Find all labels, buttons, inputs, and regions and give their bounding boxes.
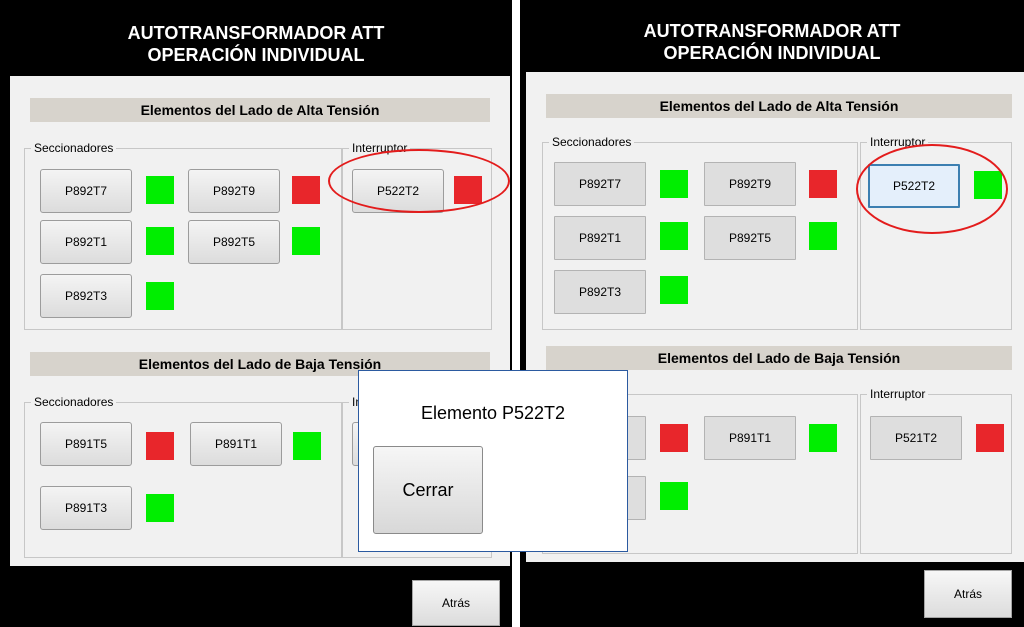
seccionador-button-p892t5[interactable]: P892T5 <box>704 216 796 260</box>
group-label: Seccionadores <box>31 395 117 409</box>
back-button[interactable]: Atrás <box>412 580 500 626</box>
seccionador-button-p892t5[interactable]: P892T5 <box>188 220 280 264</box>
group-label: Seccionadores <box>31 141 117 155</box>
highlight-circle <box>328 149 510 213</box>
seccionador-button-p891t1[interactable]: P891T1 <box>704 416 796 460</box>
seccionador-button-p892t3[interactable]: P892T3 <box>554 270 646 314</box>
seccionador-button-p892t1[interactable]: P892T1 <box>40 220 132 264</box>
title-line-2: OPERACIÓN INDIVIDUAL <box>663 43 881 63</box>
close-button[interactable]: Cerrar <box>373 446 483 534</box>
status-indicator-p892t3 <box>146 282 174 310</box>
status-indicator-p892t1 <box>660 222 688 250</box>
seccionador-button-p892t9[interactable]: P892T9 <box>704 162 796 206</box>
status-indicator-p891t3 <box>146 494 174 522</box>
seccionador-button-p892t3[interactable]: P892T3 <box>40 274 132 318</box>
title-line-1: AUTOTRANSFORMADOR ATT <box>643 21 901 41</box>
status-indicator-p892t1 <box>146 227 174 255</box>
seccionador-button-p891t1[interactable]: P891T1 <box>190 422 282 466</box>
alta-tension-header: Elementos del Lado de Alta Tensión <box>30 98 490 122</box>
status-indicator-p892t9 <box>809 170 837 198</box>
element-dialog: Elemento P522T2 Cerrar <box>358 370 628 552</box>
seccionador-button-p892t7[interactable]: P892T7 <box>554 162 646 206</box>
status-indicator-p892t9 <box>292 176 320 204</box>
alta-tension-header: Elementos del Lado de Alta Tensión <box>546 94 1012 118</box>
status-indicator <box>660 424 688 452</box>
group-label: Interruptor <box>867 387 929 401</box>
highlight-circle <box>856 144 1008 234</box>
window-title: AUTOTRANSFORMADOR ATT OPERACIÓN INDIVIDU… <box>520 0 1024 76</box>
interruptor-button-p521t2[interactable]: P521T2 <box>870 416 962 460</box>
status-indicator-p521t2 <box>976 424 1004 452</box>
baja-tension-header: Elementos del Lado de Baja Tensión <box>546 346 1012 370</box>
seccionador-button-p892t9[interactable]: P892T9 <box>188 169 280 213</box>
status-indicator <box>660 482 688 510</box>
dialog-title: Elemento P522T2 <box>420 403 566 423</box>
status-indicator-p892t5 <box>809 222 837 250</box>
status-indicator-p892t7 <box>146 176 174 204</box>
status-indicator-p891t1 <box>293 432 321 460</box>
title-line-1: AUTOTRANSFORMADOR ATT <box>127 23 385 43</box>
status-indicator-p891t5 <box>146 432 174 460</box>
back-button[interactable]: Atrás <box>924 570 1012 618</box>
seccionador-button-p891t3[interactable]: P891T3 <box>40 486 132 530</box>
seccionador-button-p892t1[interactable]: P892T1 <box>554 216 646 260</box>
status-indicator-p892t5 <box>292 227 320 255</box>
seccionador-button-p891t5[interactable]: P891T5 <box>40 422 132 466</box>
status-indicator-p892t3 <box>660 276 688 304</box>
window-title: AUTOTRANSFORMADOR ATT OPERACIÓN INDIVIDU… <box>0 0 512 76</box>
seccionador-button-p892t7[interactable]: P892T7 <box>40 169 132 213</box>
title-line-2: OPERACIÓN INDIVIDUAL <box>147 45 365 65</box>
status-indicator-p892t7 <box>660 170 688 198</box>
group-label: Seccionadores <box>549 135 635 149</box>
status-indicator-p891t1 <box>809 424 837 452</box>
